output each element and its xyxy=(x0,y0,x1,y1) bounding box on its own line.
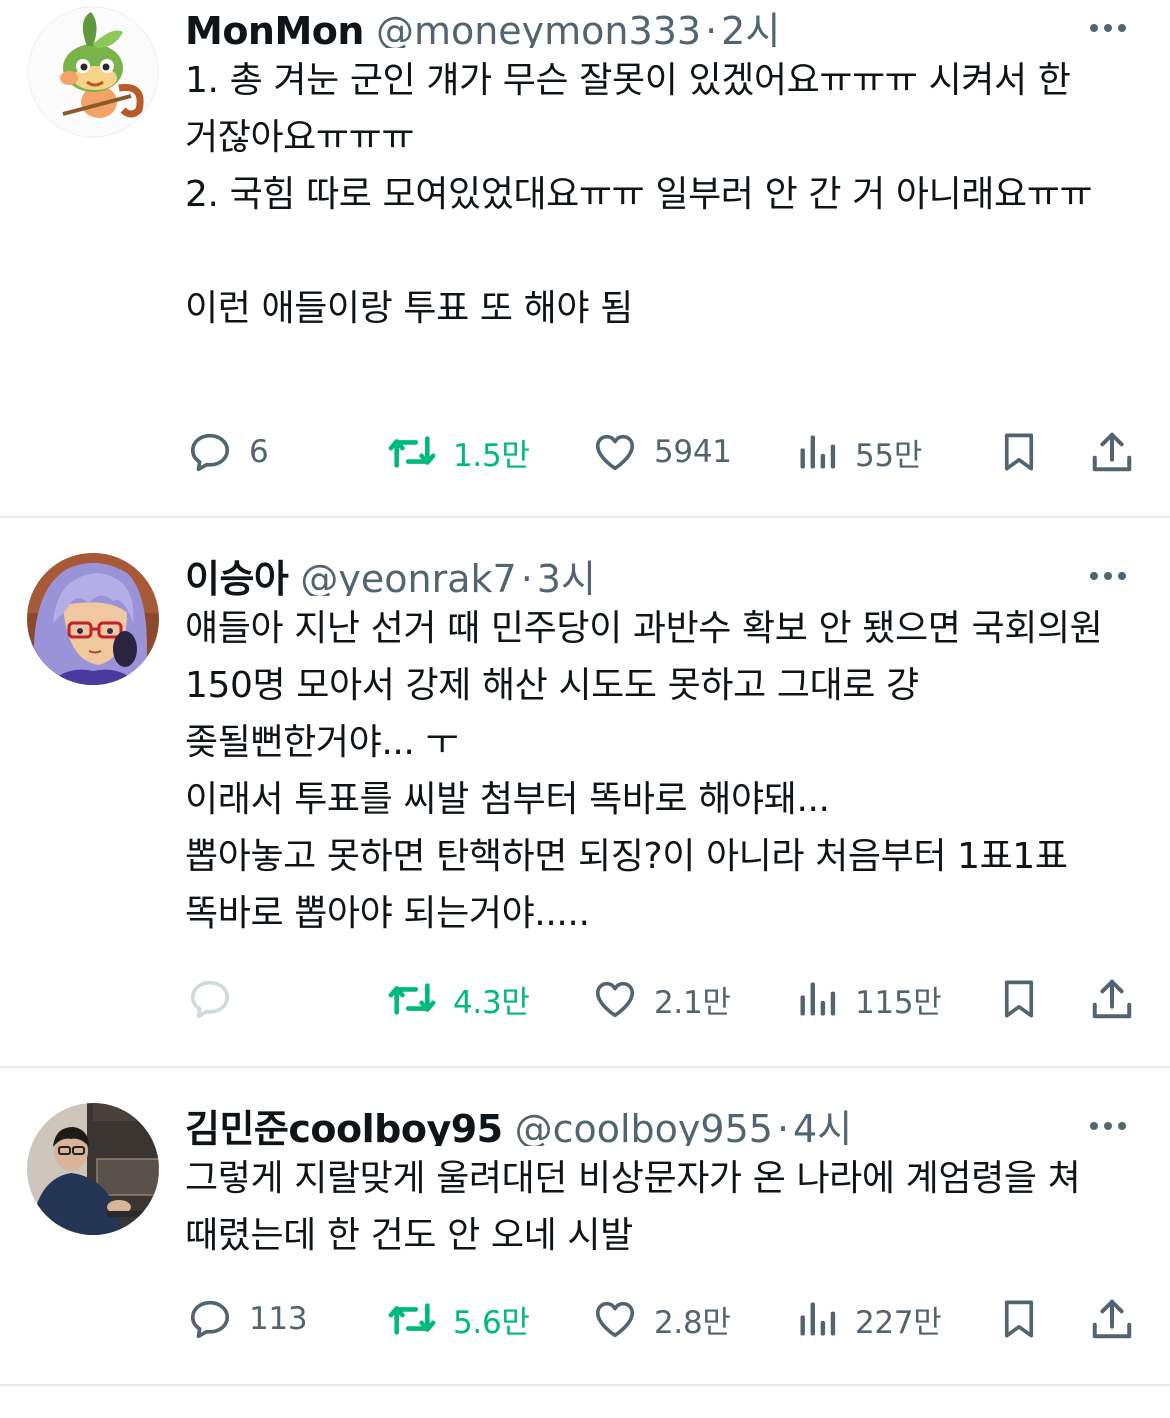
tweet-header: MonMon @moneymon333 · 2시 xyxy=(185,0,1040,48)
anime-girl-avatar-icon xyxy=(27,553,159,685)
views-button[interactable]: 227만 xyxy=(795,1294,942,1344)
bookmark-icon xyxy=(1004,433,1034,471)
like-button[interactable]: 5941 xyxy=(592,427,732,477)
tweet-text: 얘들아 지난 선거 때 민주당이 과반수 확보 안 됐으면 국회의원 150명 … xyxy=(185,608,1103,934)
reply-count: 6 xyxy=(249,434,269,470)
user-handle[interactable]: @moneymon333 xyxy=(376,9,701,48)
reply-count: 113 xyxy=(249,1301,308,1337)
action-bar: 113 5.6만 2.8만 227만 xyxy=(0,1294,1170,1344)
views-chart-icon xyxy=(800,982,836,1016)
reply-button[interactable]: 113 xyxy=(187,1294,308,1344)
heart-icon xyxy=(595,434,635,471)
retweet-count: 5.6만 xyxy=(453,1304,530,1341)
bookmark-button[interactable] xyxy=(998,1294,1040,1344)
more-options-icon[interactable] xyxy=(1090,1115,1140,1135)
tweet-text: 1. 총 겨눈 군인 걔가 무슨 잘못이 있겠어요ㅠㅠㅠ 시켜서 한 거잖아요ㅠ… xyxy=(185,60,1093,329)
reply-button[interactable] xyxy=(187,974,249,1024)
views-count: 115만 xyxy=(855,984,942,1021)
retweet-button[interactable]: 4.3만 xyxy=(387,974,530,1024)
timestamp[interactable]: 4시 xyxy=(793,1107,852,1146)
timestamp[interactable]: 2시 xyxy=(721,9,780,48)
share-icon xyxy=(1092,1299,1132,1339)
share-icon xyxy=(1092,432,1132,472)
bookmark-icon xyxy=(1004,1300,1034,1338)
views-chart-icon xyxy=(800,1302,836,1336)
retweet-count: 1.5만 xyxy=(453,437,530,474)
tweet: 이승아 @yeonrak7 · 3시 얘들아 지난 선거 때 민주당이 과반수 확보 … xyxy=(0,518,1170,1066)
like-count: 2.1만 xyxy=(654,984,731,1021)
timestamp[interactable]: 3시 xyxy=(537,557,596,596)
like-button[interactable]: 2.1만 xyxy=(592,974,731,1024)
retweet-button[interactable]: 5.6만 xyxy=(387,1294,530,1344)
retweet-count: 4.3만 xyxy=(453,984,530,1021)
bookmark-button[interactable] xyxy=(998,427,1040,477)
user-handle[interactable]: @coolboy955 xyxy=(515,1107,773,1146)
avatar[interactable] xyxy=(27,553,159,685)
heart-icon xyxy=(595,981,635,1018)
like-count: 5941 xyxy=(654,434,732,470)
share-button[interactable] xyxy=(1089,427,1135,477)
reply-icon xyxy=(190,980,230,1019)
avatar[interactable] xyxy=(27,6,159,138)
display-name[interactable]: MonMon xyxy=(185,9,364,48)
views-count: 227만 xyxy=(855,1304,942,1341)
tweet-text: 그렇게 지랄맞게 울려대던 비상문자가 온 나라에 계엄령을 쳐 때렸는데 한 … xyxy=(185,1158,1092,1256)
like-count: 2.8만 xyxy=(654,1304,731,1341)
views-chart-icon xyxy=(800,435,836,469)
views-count: 55만 xyxy=(855,437,923,474)
retweet-icon xyxy=(388,436,436,468)
like-button[interactable]: 2.8만 xyxy=(592,1294,731,1344)
share-button[interactable] xyxy=(1089,1294,1135,1344)
separator-dot: · xyxy=(776,1107,790,1146)
man-photo-avatar-icon xyxy=(27,1103,159,1235)
retweet-button[interactable]: 1.5만 xyxy=(387,427,530,477)
reply-icon xyxy=(190,1300,230,1339)
display-name[interactable]: 이승아 xyxy=(185,557,289,596)
tweet: 김민준coolboy95 @coolboy955 · 4시 그렇게 지랄맞게 울려대던… xyxy=(0,1068,1170,1384)
heart-icon xyxy=(595,1301,635,1338)
bookmark-icon xyxy=(1004,980,1034,1018)
more-options-icon[interactable] xyxy=(1090,565,1140,585)
retweet-icon xyxy=(388,983,436,1015)
more-options-icon[interactable] xyxy=(1090,17,1140,37)
views-button[interactable]: 115만 xyxy=(795,974,942,1024)
share-button[interactable] xyxy=(1089,974,1135,1024)
display-name[interactable]: 김민준coolboy95 xyxy=(185,1107,503,1146)
tweet-header: 이승아 @yeonrak7 · 3시 xyxy=(185,548,1040,596)
share-icon xyxy=(1092,979,1132,1019)
views-button[interactable]: 55만 xyxy=(795,427,922,477)
user-handle[interactable]: @yeonrak7 xyxy=(300,557,516,596)
reply-button[interactable]: 6 xyxy=(187,427,269,477)
separator-dot: · xyxy=(520,557,533,596)
grookey-avatar-icon xyxy=(27,6,159,138)
action-bar: 6 1.5만 5941 55만 xyxy=(0,427,1170,477)
avatar[interactable] xyxy=(27,1103,159,1235)
retweet-icon xyxy=(388,1303,436,1335)
separator-dot: · xyxy=(705,9,718,48)
tweet: MonMon @moneymon333 · 2시 1. 총 겨눈 군인 걔가 무슨 잘… xyxy=(0,0,1170,516)
reply-icon xyxy=(190,433,230,472)
action-bar: 4.3만 2.1만 115만 xyxy=(0,974,1170,1024)
tweet-header: 김민준coolboy95 @coolboy955 · 4시 xyxy=(185,1098,1040,1146)
divider xyxy=(0,1384,1170,1386)
bookmark-button[interactable] xyxy=(998,974,1040,1024)
